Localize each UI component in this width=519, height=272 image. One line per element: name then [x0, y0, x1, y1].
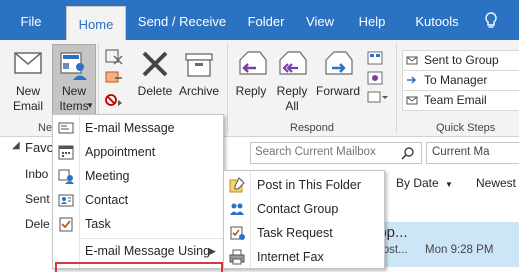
submenu-arrow-icon: ▶: [209, 246, 216, 256]
new-items-label-1: New: [61, 84, 86, 98]
sort-newest-toggle[interactable]: Newest: [476, 176, 516, 190]
menu-item-contact-group[interactable]: Contact Group: [224, 197, 384, 221]
reply-all-label-1: Reply: [276, 84, 308, 98]
menu-item-post-in-folder[interactable]: Post in This Folder: [224, 173, 384, 197]
meeting-im-more-icons[interactable]: [366, 50, 388, 106]
more-items-submenu: Post in This Folder Contact Group Task R…: [223, 170, 385, 269]
envelope-icon: [14, 52, 42, 74]
menu-item-appointment[interactable]: Appointment: [53, 140, 223, 164]
nav-favorites-header[interactable]: Favo: [25, 140, 54, 155]
archive-button[interactable]: Archive: [176, 44, 222, 104]
quick-step-team-email[interactable]: Team Email: [402, 90, 519, 111]
forward-arrow-icon: [325, 51, 353, 75]
new-items-button[interactable]: New Items ▼: [52, 44, 96, 116]
menu-item-label: Task Request: [257, 226, 333, 240]
menu-item-label: E-mail Message Using: [85, 244, 211, 258]
contact-group-icon: [230, 203, 244, 215]
menu-item-email-message-using[interactable]: E-mail Message Using ▶: [53, 239, 223, 263]
ribbon-tab-bar: File Home Send / Receive Folder View Hel…: [0, 0, 519, 41]
more-items-highlight-box[interactable]: [55, 262, 223, 272]
fax-printer-icon: [229, 249, 245, 265]
menu-item-label: Internet Fax: [257, 250, 324, 264]
envelope-arrow-icon: [406, 56, 418, 65]
sort-by-date-dropdown[interactable]: By Date ▼: [396, 176, 453, 190]
menu-item-email-message[interactable]: E-mail Message: [53, 116, 223, 140]
delete-label: Delete: [137, 84, 173, 98]
message-time: Mon 9:28 PM: [425, 244, 494, 256]
group-label-respond: Respond: [290, 122, 335, 134]
forward-envelope-icon: [407, 76, 417, 84]
chevron-down-icon: ▼: [445, 180, 453, 189]
menu-item-label: Task: [85, 217, 111, 231]
task-clipboard-icon: [59, 217, 73, 232]
forward-button[interactable]: Forward: [314, 44, 362, 116]
delete-button[interactable]: Delete: [136, 44, 174, 104]
lightbulb-icon[interactable]: [484, 12, 498, 30]
forward-label: Forward: [315, 84, 360, 98]
menu-item-meeting[interactable]: Meeting: [53, 164, 223, 188]
nav-item-deleted[interactable]: Dele: [25, 217, 50, 231]
quick-step-sent-to-group[interactable]: Sent to Group: [402, 50, 519, 71]
menu-item-label: Contact: [85, 193, 129, 207]
menu-item-task[interactable]: Task: [53, 212, 223, 236]
search-icon[interactable]: [401, 146, 415, 160]
menu-item-contact[interactable]: Contact: [53, 188, 223, 212]
quick-step-label: Sent to Group: [424, 53, 499, 67]
reply-arrow-icon: [239, 51, 267, 75]
reply-all-label-2: All: [285, 99, 299, 113]
chevron-down-icon: ▼: [86, 101, 94, 110]
tab-file[interactable]: File: [10, 0, 52, 40]
calendar-icon: [58, 145, 74, 160]
menu-item-label: Meeting: [85, 169, 130, 183]
delete-x-icon: [142, 51, 168, 77]
quick-step-label: Team Email: [424, 93, 487, 107]
team-envelope-icon: [406, 96, 418, 105]
group-label-new: Ne: [38, 122, 53, 134]
contact-card-icon: [58, 194, 74, 207]
tab-help[interactable]: Help: [352, 0, 392, 40]
collapse-triangle-icon[interactable]: ◢: [12, 140, 20, 151]
quick-step-label: To Manager: [424, 73, 488, 87]
tab-send-receive[interactable]: Send / Receive: [132, 0, 232, 40]
ribbon-separator: [396, 44, 397, 132]
tab-kutools[interactable]: Kutools: [408, 0, 466, 40]
tab-folder[interactable]: Folder: [240, 0, 292, 40]
menu-item-label: E-mail Message: [85, 121, 175, 135]
sort-by-date-label: By Date: [396, 176, 439, 190]
tab-view[interactable]: View: [300, 0, 340, 40]
menu-item-task-request[interactable]: Task Request: [224, 221, 384, 245]
task-request-icon: [230, 226, 245, 240]
new-email-label-2: Email: [12, 99, 43, 113]
menu-item-label: Post in This Folder: [257, 178, 361, 192]
post-note-icon: [229, 177, 245, 193]
ribbon-separator: [227, 44, 228, 132]
reply-label: Reply: [235, 84, 267, 98]
search-scope-dropdown[interactable]: Current Ma: [426, 142, 519, 164]
ignore-cleanup-junk-icons[interactable]: [104, 48, 126, 110]
group-label-quick-steps: Quick Steps: [436, 122, 496, 134]
new-email-button[interactable]: New Email: [6, 44, 50, 116]
menu-item-label: Contact Group: [257, 202, 339, 216]
archive-label: Archive: [178, 84, 219, 98]
message-list-item[interactable]: upp... t post... Mon 9:28 PM: [370, 222, 519, 267]
search-scope-label: Current Ma: [432, 146, 490, 158]
reply-button[interactable]: Reply: [232, 44, 270, 116]
quick-step-to-manager[interactable]: To Manager: [402, 70, 519, 91]
new-items-menu: E-mail Message Appointment Meeting Conta…: [52, 114, 224, 269]
meeting-icon: [58, 169, 74, 184]
search-input[interactable]: [255, 144, 395, 160]
reply-all-button[interactable]: Reply All: [272, 44, 312, 116]
archive-box-icon: [185, 53, 213, 77]
tab-home[interactable]: Home: [66, 6, 126, 41]
menu-item-label: Appointment: [85, 145, 156, 159]
email-message-icon: [58, 122, 74, 134]
new-email-label-1: New: [15, 84, 40, 98]
nav-item-sent[interactable]: Sent: [25, 192, 50, 206]
new-items-icon: [60, 52, 87, 80]
search-box[interactable]: [250, 142, 422, 164]
menu-item-internet-fax[interactable]: Internet Fax: [224, 245, 384, 269]
reply-all-arrow-icon: [279, 51, 307, 75]
nav-item-inbox[interactable]: Inbo: [25, 167, 48, 181]
